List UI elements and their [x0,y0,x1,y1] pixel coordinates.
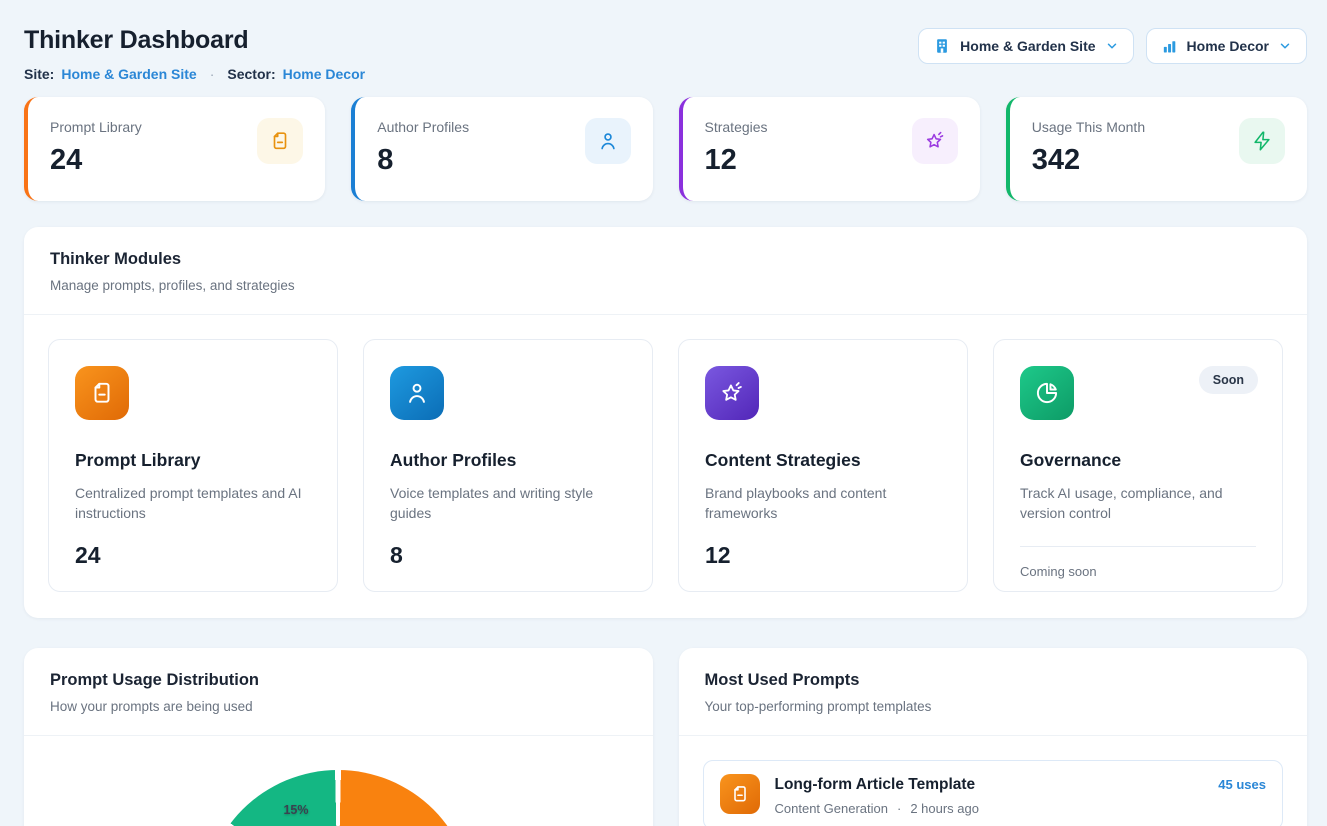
stat-card-author-profiles[interactable]: Author Profiles 8 [351,97,652,201]
sector-dropdown-label: Home Decor [1187,38,1269,54]
most-used-title: Most Used Prompts [705,671,1282,690]
dashboard-page: Thinker Dashboard Site: Home & Garden Si… [0,0,1327,826]
module-count: 24 [75,542,311,569]
star-sparkle-icon [705,366,759,420]
most-used-subtitle: Your top-performing prompt templates [705,699,1282,714]
most-used-prompts-card: Most Used Prompts Your top-performing pr… [679,648,1308,826]
modules-panel-subtitle: Manage prompts, profiles, and strategies [50,278,1281,293]
lightning-icon [1239,118,1285,164]
modules-grid: Prompt Library Centralized prompt templa… [24,315,1307,618]
thinker-modules-panel: Thinker Modules Manage prompts, profiles… [24,227,1307,618]
module-count: 12 [705,542,941,569]
usage-donut-chart[interactable] [203,770,473,826]
star-sparkle-icon [912,118,958,164]
module-card-content-strategies[interactable]: Content Strategies Brand playbooks and c… [678,339,968,592]
most-used-header: Most Used Prompts Your top-performing pr… [679,648,1308,735]
module-card-author-profiles[interactable]: Author Profiles Voice templates and writ… [363,339,653,592]
prompt-item-meta: Content Generation · 2 hours ago [775,801,1204,816]
prompt-item-category: Content Generation [775,801,888,816]
prompt-list-item[interactable]: Long-form Article Template Content Gener… [703,760,1284,826]
pie-chart-icon [1020,366,1074,420]
document-icon [720,774,760,814]
module-title: Author Profiles [390,450,626,471]
site-dropdown-button[interactable]: Home & Garden Site [918,28,1133,64]
divider [1020,546,1256,547]
header-controls: Home & Garden Site Home Decor [918,28,1307,64]
usage-card-subtitle: How your prompts are being used [50,699,627,714]
page-header: Thinker Dashboard Site: Home & Garden Si… [24,20,1307,82]
prompt-item-time: 2 hours ago [910,801,979,816]
site-label: Site: [24,66,54,82]
modules-panel-header: Thinker Modules Manage prompts, profiles… [24,227,1307,314]
module-count: 8 [390,542,626,569]
stat-card-usage[interactable]: Usage This Month 342 [1006,97,1307,201]
module-description: Brand playbooks and content frameworks [705,483,941,524]
document-icon [257,118,303,164]
soon-badge: Soon [1199,366,1258,394]
header-titles: Thinker Dashboard Site: Home & Garden Si… [24,20,365,82]
module-title: Content Strategies [705,450,941,471]
chevron-down-icon [1278,39,1292,53]
usage-card-title: Prompt Usage Distribution [50,671,627,690]
document-icon [75,366,129,420]
usage-card-header: Prompt Usage Distribution How your promp… [24,648,653,735]
stat-card-strategies[interactable]: Strategies 12 [679,97,980,201]
module-title: Prompt Library [75,450,311,471]
stat-card-prompt-library[interactable]: Prompt Library 24 [24,97,325,201]
stats-row: Prompt Library 24 Author Profiles 8 Stra… [24,97,1307,201]
donut-segment-label: 15% [283,803,308,817]
usage-distribution-card: Prompt Usage Distribution How your promp… [24,648,653,826]
module-card-prompt-library[interactable]: Prompt Library Centralized prompt templa… [48,339,338,592]
site-link[interactable]: Home & Garden Site [61,66,196,82]
page-title: Thinker Dashboard [24,26,365,55]
sector-dropdown-button[interactable]: Home Decor [1146,28,1307,64]
chevron-down-icon [1105,39,1119,53]
site-dropdown-label: Home & Garden Site [960,38,1095,54]
bottom-row: Prompt Usage Distribution How your promp… [24,648,1307,826]
bar-chart-icon [1161,38,1178,55]
breadcrumb: Site: Home & Garden Site · Sector: Home … [24,66,365,82]
meta-separator: · [897,801,901,816]
sector-link[interactable]: Home Decor [283,66,365,82]
module-description: Centralized prompt templates and AI inst… [75,483,311,524]
building-icon [933,37,951,55]
coming-soon-text: Coming soon [1020,564,1256,579]
divider [24,735,653,736]
sector-label: Sector: [227,66,275,82]
prompt-item-title: Long-form Article Template [775,776,1204,794]
meta-separator: · [204,66,221,82]
module-description: Voice templates and writing style guides [390,483,626,524]
module-title: Governance [1020,450,1256,471]
prompt-item-body: Long-form Article Template Content Gener… [775,774,1204,816]
prompt-item-uses: 45 uses [1218,777,1266,792]
user-icon [390,366,444,420]
user-icon [585,118,631,164]
modules-panel-title: Thinker Modules [50,250,1281,269]
divider [679,735,1308,736]
module-card-governance[interactable]: Soon Governance Track AI usage, complian… [993,339,1283,592]
module-description: Track AI usage, compliance, and version … [1020,483,1256,524]
